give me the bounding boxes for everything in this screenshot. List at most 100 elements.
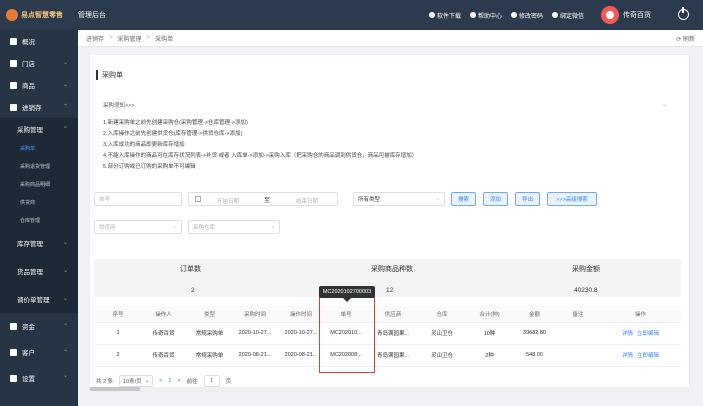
edit-link[interactable]: 立即编辑 bbox=[637, 353, 659, 359]
table-row[interactable]: 1 传奇百货 常规采购单 2020-10-27... 2020-10-27...… bbox=[96, 322, 681, 345]
goto-label: 前往 bbox=[186, 379, 198, 385]
chevron-down-icon: ⌄ bbox=[270, 224, 275, 230]
sidebar-item-procurement[interactable]: 采购管理 ⌃ bbox=[0, 118, 78, 139]
breadcrumb-item[interactable]: 采购管理 bbox=[118, 34, 142, 43]
amount-value: 40230.8 bbox=[574, 287, 598, 294]
add-button[interactable]: 添加 bbox=[483, 192, 508, 206]
order-number-input[interactable]: 单号 bbox=[94, 192, 182, 206]
table-cell: 传奇百货 bbox=[140, 322, 187, 345]
notice-line: 2.入库操作之前先创建供货仓(库存管理->供货仓库->添加) bbox=[103, 131, 243, 137]
user-menu[interactable]: 传奇百货 bbox=[601, 6, 651, 24]
breadcrumb-separator: > bbox=[146, 35, 151, 41]
logo[interactable]: 易点智慧零售 bbox=[6, 7, 63, 23]
table-cell: 2020-08-21... bbox=[232, 344, 278, 367]
chevron-down-icon: ⌄ bbox=[62, 347, 68, 353]
chevron-up-icon: ⌃ bbox=[62, 104, 68, 110]
table-cell: 39682.80 bbox=[513, 322, 556, 345]
change-password-link[interactable]: 修改密码 bbox=[510, 11, 543, 20]
sidebar-item-purchase-details[interactable]: 采购商品明细 bbox=[0, 175, 78, 193]
supplier-select[interactable]: 供货商 ⌄ bbox=[94, 220, 182, 234]
goto-page-input[interactable]: 1 bbox=[203, 375, 220, 387]
sidebar-item-goods-management[interactable]: 货品管理 ⌄ bbox=[0, 257, 78, 285]
type-select[interactable]: 所有类型 ⌄ bbox=[353, 192, 445, 206]
sidebar-item-warehouse[interactable]: 仓库管理 bbox=[0, 211, 78, 229]
column-header: 操作时间 bbox=[278, 306, 324, 323]
software-download-link[interactable]: 软件下载 bbox=[428, 11, 461, 20]
sidebar-item-settings[interactable]: 设置 ⌄ bbox=[0, 365, 78, 391]
table-cell: 灵山卫仓 bbox=[418, 322, 466, 345]
detail-link[interactable]: 详情 bbox=[622, 353, 633, 359]
order-count-label: 订单数 bbox=[180, 266, 201, 273]
sidebar-item-goods[interactable]: 商品 ⌄ bbox=[0, 74, 78, 96]
date-range-picker[interactable]: 开始日期 至 结束日期 bbox=[188, 192, 338, 206]
page-number[interactable]: 1 bbox=[168, 378, 171, 384]
inventory-icon bbox=[10, 103, 17, 111]
prev-page-button[interactable]: < bbox=[159, 378, 162, 384]
table-row[interactable]: 2 传奇百货 常规采购单 2020-08-21... 2020-08-21...… bbox=[96, 344, 681, 367]
edit-link[interactable]: 立即编辑 bbox=[637, 331, 659, 337]
actions-cell: 详情 立即编辑 bbox=[600, 322, 681, 345]
avatar bbox=[601, 6, 619, 24]
notice-toggle[interactable]: 采购须知>>> bbox=[103, 101, 135, 109]
top-bar: 易点智慧零售 管理后台 软件下载 帮助中心 修改密码 绑定微信 传奇百货 bbox=[0, 0, 703, 30]
table-cell: 常规采购单 bbox=[187, 344, 232, 367]
column-header: 合计(种) bbox=[466, 306, 513, 323]
table-cell: 2 bbox=[96, 344, 140, 367]
sidebar-item-customer[interactable]: 客户 ⌄ bbox=[0, 339, 78, 365]
admin-title: 管理后台 bbox=[78, 12, 106, 19]
page-suffix: 页 bbox=[225, 379, 232, 385]
sidebar-item-supplier[interactable]: 供货商 bbox=[0, 193, 78, 211]
advanced-search-button[interactable]: >>>高级搜索 bbox=[547, 192, 597, 206]
table-cell: 548.00 bbox=[513, 344, 556, 367]
sidebar-item-purchase-return[interactable]: 采购退货管理 bbox=[0, 157, 78, 175]
warehouse-select[interactable]: 采购仓库 ⌄ bbox=[188, 220, 280, 234]
monitor-icon bbox=[428, 12, 435, 18]
sidebar-item-overview[interactable]: 概况 bbox=[0, 30, 78, 52]
horizontal-scrollbar[interactable] bbox=[90, 387, 691, 391]
refresh-button[interactable]: ⟳ 刷新 bbox=[676, 34, 695, 43]
logo-text: 易点智慧零售 bbox=[21, 12, 63, 19]
column-header: 供应商 bbox=[368, 306, 418, 323]
chevron-down-icon: ⌄ bbox=[62, 268, 68, 274]
start-date-input[interactable]: 开始日期 bbox=[217, 197, 239, 205]
chevron-down-icon[interactable]: ⌄ bbox=[662, 101, 667, 108]
sidebar-item-inventory[interactable]: 进销存 ⌃ bbox=[0, 96, 78, 118]
breadcrumb-item[interactable]: 采购单 bbox=[155, 34, 173, 43]
table-cell bbox=[556, 322, 600, 345]
sidebar-item-stock-management[interactable]: 库存管理 ⌄ bbox=[0, 229, 78, 257]
page-size-select[interactable]: 10条/页 ⌄ bbox=[119, 375, 154, 387]
next-page-button[interactable]: > bbox=[177, 378, 180, 384]
logout-icon[interactable] bbox=[678, 7, 689, 20]
chevron-down-icon: ⌄ bbox=[62, 60, 68, 66]
table-cell: 常规采购单 bbox=[187, 322, 232, 345]
scrollbar-thumb[interactable] bbox=[90, 387, 140, 391]
logo-icon bbox=[6, 9, 18, 21]
sidebar-item-fund[interactable]: 资金 ⌄ bbox=[0, 313, 78, 339]
column-header: 操作人 bbox=[140, 306, 187, 323]
column-header: 类型 bbox=[187, 306, 232, 323]
table-cell: 1 bbox=[96, 322, 140, 345]
sidebar-item-purchase-order[interactable]: 采购单 bbox=[0, 139, 78, 157]
table-cell: 青岛满园果... bbox=[368, 322, 418, 345]
table-cell: 2020-08-21... bbox=[278, 344, 324, 367]
export-button[interactable]: 导出 bbox=[515, 192, 540, 206]
breadcrumb-item[interactable]: 进销存 bbox=[86, 34, 104, 43]
range-separator: 至 bbox=[264, 198, 271, 204]
bind-wechat-link[interactable]: 绑定微信 bbox=[551, 11, 584, 20]
pagination: 共 2 条 10条/页 ⌄ < 1 > 前往 1 页 bbox=[96, 374, 231, 388]
chevron-up-icon: ⌃ bbox=[62, 126, 68, 133]
column-header: 金额 bbox=[513, 306, 556, 323]
sidebar-item-store[interactable]: 门店 ⌄ bbox=[0, 52, 78, 74]
column-header: 采购时间 bbox=[232, 306, 278, 323]
amount-label: 采购金额 bbox=[572, 266, 600, 273]
detail-link[interactable]: 详情 bbox=[622, 331, 633, 337]
actions-cell: 详情 立即编辑 bbox=[600, 344, 681, 367]
help-center-link[interactable]: 帮助中心 bbox=[469, 11, 502, 20]
column-header: 操作 bbox=[600, 306, 681, 323]
highlight-box bbox=[319, 294, 375, 373]
search-button[interactable]: 搜索 bbox=[451, 192, 476, 206]
main-card: 采购单 采购须知>>> ⌄ 1.新建采购单之前先创建采购仓(采购管理->仓库管理… bbox=[89, 54, 691, 392]
chevron-down-icon: ⌄ bbox=[62, 240, 68, 246]
end-date-input[interactable]: 结束日期 bbox=[296, 197, 318, 205]
sidebar-item-price-adjustment[interactable]: 调价单管理 ⌄ bbox=[0, 285, 78, 313]
